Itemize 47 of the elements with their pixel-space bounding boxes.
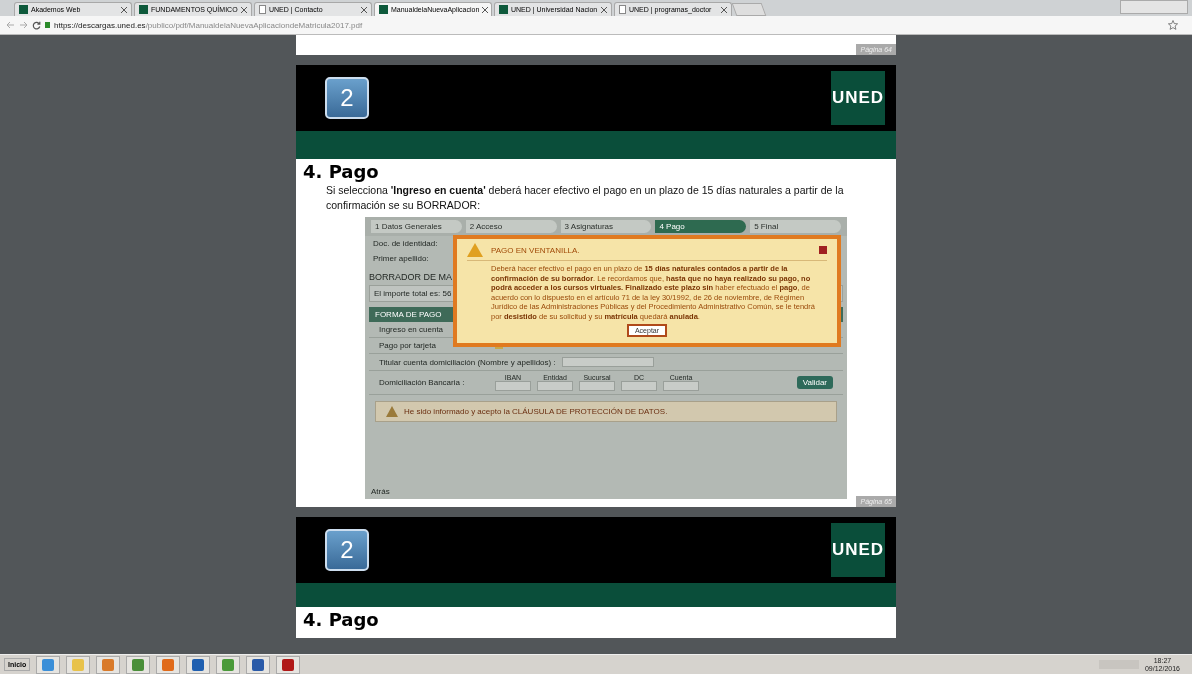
dialog-title: PAGO EN VENTANILLA. xyxy=(491,245,581,255)
wizard-step: 2 Acceso xyxy=(465,220,557,233)
close-icon[interactable] xyxy=(721,6,727,13)
consent-text: He sido informado y acepto la CLÁUSULA DE PROTECCIÓN DE DATOS. xyxy=(404,407,668,416)
section-heading: 4. Pago xyxy=(303,609,380,630)
reload-icon[interactable] xyxy=(32,20,41,30)
warning-icon xyxy=(386,406,398,417)
close-icon[interactable] xyxy=(361,6,367,13)
close-icon[interactable] xyxy=(241,6,247,13)
site-icon xyxy=(499,5,508,14)
wizard-step: 4 Pago xyxy=(655,220,747,233)
input-field[interactable] xyxy=(537,381,573,391)
input-field[interactable] xyxy=(663,381,699,391)
input-field[interactable] xyxy=(579,381,615,391)
chapter-number-badge: 2 xyxy=(325,77,369,119)
input-field[interactable] xyxy=(495,381,531,391)
back-link[interactable]: Atrás xyxy=(365,484,847,499)
chapter-number-badge: 2 xyxy=(325,529,369,571)
field-label: Doc. de identidad: xyxy=(373,239,438,248)
payment-option: Pago por tarjeta xyxy=(379,341,489,350)
payment-option: Ingreso en cuenta xyxy=(379,325,489,334)
back-icon[interactable] xyxy=(6,21,15,29)
close-icon[interactable] xyxy=(121,6,127,13)
university-logo: UNED xyxy=(831,523,885,577)
input-field[interactable] xyxy=(621,381,657,391)
page-icon xyxy=(259,5,266,14)
field-label: Primer apellido: xyxy=(373,254,429,263)
input-field[interactable] xyxy=(561,357,654,367)
warning-icon xyxy=(467,243,483,257)
field-label: Domiciliación Bancaria : xyxy=(379,378,466,387)
close-icon[interactable] xyxy=(601,6,607,13)
site-icon xyxy=(139,5,148,14)
section-title: BORRADOR DE MA xyxy=(369,272,452,282)
close-icon[interactable] xyxy=(482,6,489,13)
wizard-step: 5 Final xyxy=(750,220,841,233)
page-icon xyxy=(619,5,626,14)
site-icon xyxy=(379,5,388,14)
bookmark-star-icon[interactable] xyxy=(1168,20,1178,30)
university-logo: UNED xyxy=(831,71,885,125)
wizard-step: 1 Datos Generales xyxy=(371,220,462,233)
section-heading: 4. Pago xyxy=(303,161,380,182)
paragraph: Si selecciona 'Ingreso en cuenta' deberá hacer efectivo el pago en un plazo de 15 días naturales a partir de la confirmación se su BORRADOR: xyxy=(326,183,845,213)
forward-icon[interactable] xyxy=(19,21,28,29)
wizard-step: 3 Asignaturas xyxy=(560,220,652,233)
site-icon xyxy=(19,5,28,14)
validate-button[interactable]: Validar xyxy=(796,376,833,389)
field-label: Titular cuenta domiciliación (Nombre y apellidos) : xyxy=(379,357,556,367)
